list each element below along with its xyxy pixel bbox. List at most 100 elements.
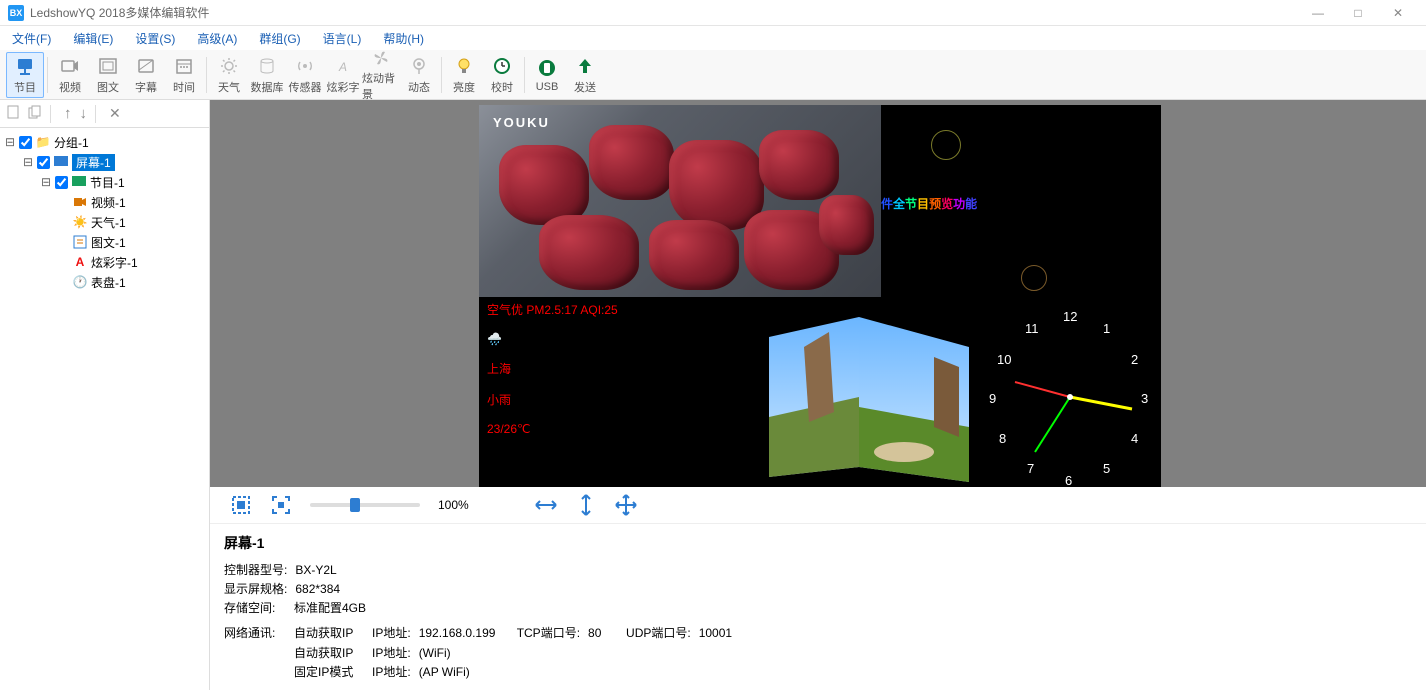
weather-aqi: 空气优 PM2.5:17 AQI:25 xyxy=(487,301,751,318)
fan-icon xyxy=(370,48,392,68)
app-title: LedshowYQ 2018多媒体编辑软件 xyxy=(30,4,1298,21)
arrow-horizontal-icon[interactable] xyxy=(535,494,557,516)
folder-icon: 📁 xyxy=(35,135,51,149)
send-icon xyxy=(574,55,596,77)
tb-label: 节目 xyxy=(14,79,36,95)
easel-icon xyxy=(14,55,36,77)
info-row-resolution: 显示屏规格:682*384 xyxy=(224,580,1412,599)
close-button[interactable]: ✕ xyxy=(1378,3,1418,23)
image-icon xyxy=(97,55,119,77)
tree-delete-icon[interactable]: ✕ xyxy=(109,105,121,122)
image-cube-zone xyxy=(759,297,979,487)
tb-database[interactable]: 数据库 xyxy=(248,52,286,98)
tree-program[interactable]: ⊟节目-1 xyxy=(4,172,205,192)
tb-dynamic[interactable]: 动态 xyxy=(400,52,438,98)
tb-image[interactable]: 图文 xyxy=(89,52,127,98)
tree-screen[interactable]: ⊟屏幕-1 xyxy=(4,152,205,172)
menu-help[interactable]: 帮助(H) xyxy=(379,28,428,49)
app-icon: BX xyxy=(8,5,24,21)
ring-deco xyxy=(931,130,961,160)
sun-icon xyxy=(218,55,240,77)
led-stage: YOUKU 件全节目预览功能 xyxy=(479,105,1161,487)
zoom-slider[interactable] xyxy=(310,503,420,507)
tree-new-icon[interactable] xyxy=(6,105,20,122)
tree-item-dial[interactable]: 🕐表盘-1 xyxy=(4,272,205,292)
info-title: 屏幕-1 xyxy=(224,532,1412,554)
menu-edit[interactable]: 编辑(E) xyxy=(69,28,117,49)
rain-icon: 🌧️ xyxy=(487,332,751,346)
titlebar: BX LedshowYQ 2018多媒体编辑软件 — □ ✕ xyxy=(0,0,1426,26)
preview-canvas[interactable]: YOUKU 件全节目预览功能 xyxy=(210,100,1426,487)
pin-icon xyxy=(408,55,430,77)
actual-size-icon[interactable] xyxy=(270,494,292,516)
toolbar: 节目 视频 图文 字幕 时间 天气 数据库 传感器 A炫彩字 炫动背景 动态 亮… xyxy=(0,50,1426,100)
tree-checkbox[interactable] xyxy=(55,176,68,189)
tree-item-video[interactable]: 视频-1 xyxy=(4,192,205,212)
weather-cond: 小雨 xyxy=(487,391,751,408)
video-item-icon xyxy=(72,195,88,209)
tb-animbg[interactable]: 炫动背景 xyxy=(362,52,400,98)
tb-video[interactable]: 视频 xyxy=(51,52,89,98)
left-panel: ↑ ↓ ✕ ⊟📁分组-1 ⊟屏幕-1 ⊟节目-1 视频-1 ☀️天气-1 图文-… xyxy=(0,100,210,690)
menu-file[interactable]: 文件(F) xyxy=(8,28,55,49)
clock-face xyxy=(979,297,1161,487)
tree-item-weather[interactable]: ☀️天气-1 xyxy=(4,212,205,232)
colortext-zone: 件全节目预览功能 xyxy=(881,105,1161,297)
tb-subtitle[interactable]: 字幕 xyxy=(127,52,165,98)
ring-deco xyxy=(1021,265,1047,291)
clock-icon xyxy=(491,55,513,77)
tree-item-text[interactable]: 图文-1 xyxy=(4,232,205,252)
menu-language[interactable]: 语言(L) xyxy=(319,28,366,49)
info-row-network1: 网络通讯: 自动获取IP IP地址: 192.168.0.199 TCP端口号:… xyxy=(224,624,1412,643)
program-icon xyxy=(71,175,87,189)
tb-sensor[interactable]: 传感器 xyxy=(286,52,324,98)
tree-up-icon[interactable]: ↑ xyxy=(64,105,72,122)
tree-down-icon[interactable]: ↓ xyxy=(80,105,88,122)
tree-checkbox[interactable] xyxy=(19,136,32,149)
right-panel: YOUKU 件全节目预览功能 xyxy=(210,100,1426,690)
canvas-controls: 100% xyxy=(210,487,1426,524)
menu-advanced[interactable]: 高级(A) xyxy=(193,28,241,49)
rainbow-text: 件全节目预览功能 xyxy=(881,183,977,215)
info-row-storage: 存储空间:标准配置4GB xyxy=(224,599,1412,618)
tree-group[interactable]: ⊟📁分组-1 xyxy=(4,132,205,152)
tree-toolbar: ↑ ↓ ✕ xyxy=(0,100,209,128)
fit-screen-icon[interactable] xyxy=(230,494,252,516)
menubar: 文件(F) 编辑(E) 设置(S) 高级(A) 群组(G) 语言(L) 帮助(H… xyxy=(0,26,1426,50)
tb-program[interactable]: 节目 xyxy=(6,52,44,98)
database-icon xyxy=(256,55,278,77)
screen-icon xyxy=(53,155,69,169)
colortext-icon: A xyxy=(332,55,354,77)
tb-brightness[interactable]: 亮度 xyxy=(445,52,483,98)
bulb-icon xyxy=(453,55,475,77)
tree-checkbox[interactable] xyxy=(37,156,50,169)
project-tree[interactable]: ⊟📁分组-1 ⊟屏幕-1 ⊟节目-1 视频-1 ☀️天气-1 图文-1 A炫彩字… xyxy=(0,128,209,690)
video-icon xyxy=(59,55,81,77)
tb-colortext[interactable]: A炫彩字 xyxy=(324,52,362,98)
tb-send[interactable]: 发送 xyxy=(566,52,604,98)
calendar-icon xyxy=(173,55,195,77)
tb-timesync[interactable]: 校时 xyxy=(483,52,521,98)
menu-group[interactable]: 群组(G) xyxy=(255,28,304,49)
maximize-button[interactable]: □ xyxy=(1338,3,1378,23)
info-panel: 屏幕-1 控制器型号:BX-Y2L 显示屏规格:682*384 存储空间:标准配… xyxy=(210,524,1426,690)
colortext-item-icon: A xyxy=(72,255,88,269)
zoom-value: 100% xyxy=(438,498,469,512)
tb-time[interactable]: 时间 xyxy=(165,52,203,98)
minimize-button[interactable]: — xyxy=(1298,3,1338,23)
subtitle-icon xyxy=(135,55,157,77)
youku-watermark: YOUKU xyxy=(493,115,550,130)
menu-settings[interactable]: 设置(S) xyxy=(131,28,179,49)
tree-copy-icon[interactable] xyxy=(28,105,42,122)
tb-usb[interactable]: USB xyxy=(528,52,566,98)
tb-weather[interactable]: 天气 xyxy=(210,52,248,98)
tree-item-colortext[interactable]: A炫彩字-1 xyxy=(4,252,205,272)
sun-item-icon: ☀️ xyxy=(72,215,88,229)
arrow-vertical-icon[interactable] xyxy=(575,494,597,516)
svg-text:A: A xyxy=(338,60,347,74)
sensor-icon xyxy=(294,55,316,77)
arrow-move-icon[interactable] xyxy=(615,494,637,516)
dial-item-icon: 🕐 xyxy=(72,275,88,289)
weather-zone: 空气优 PM2.5:17 AQI:25 🌧️ 上海 小雨 23/26℃ xyxy=(479,297,759,487)
video-zone: YOUKU xyxy=(479,105,881,297)
